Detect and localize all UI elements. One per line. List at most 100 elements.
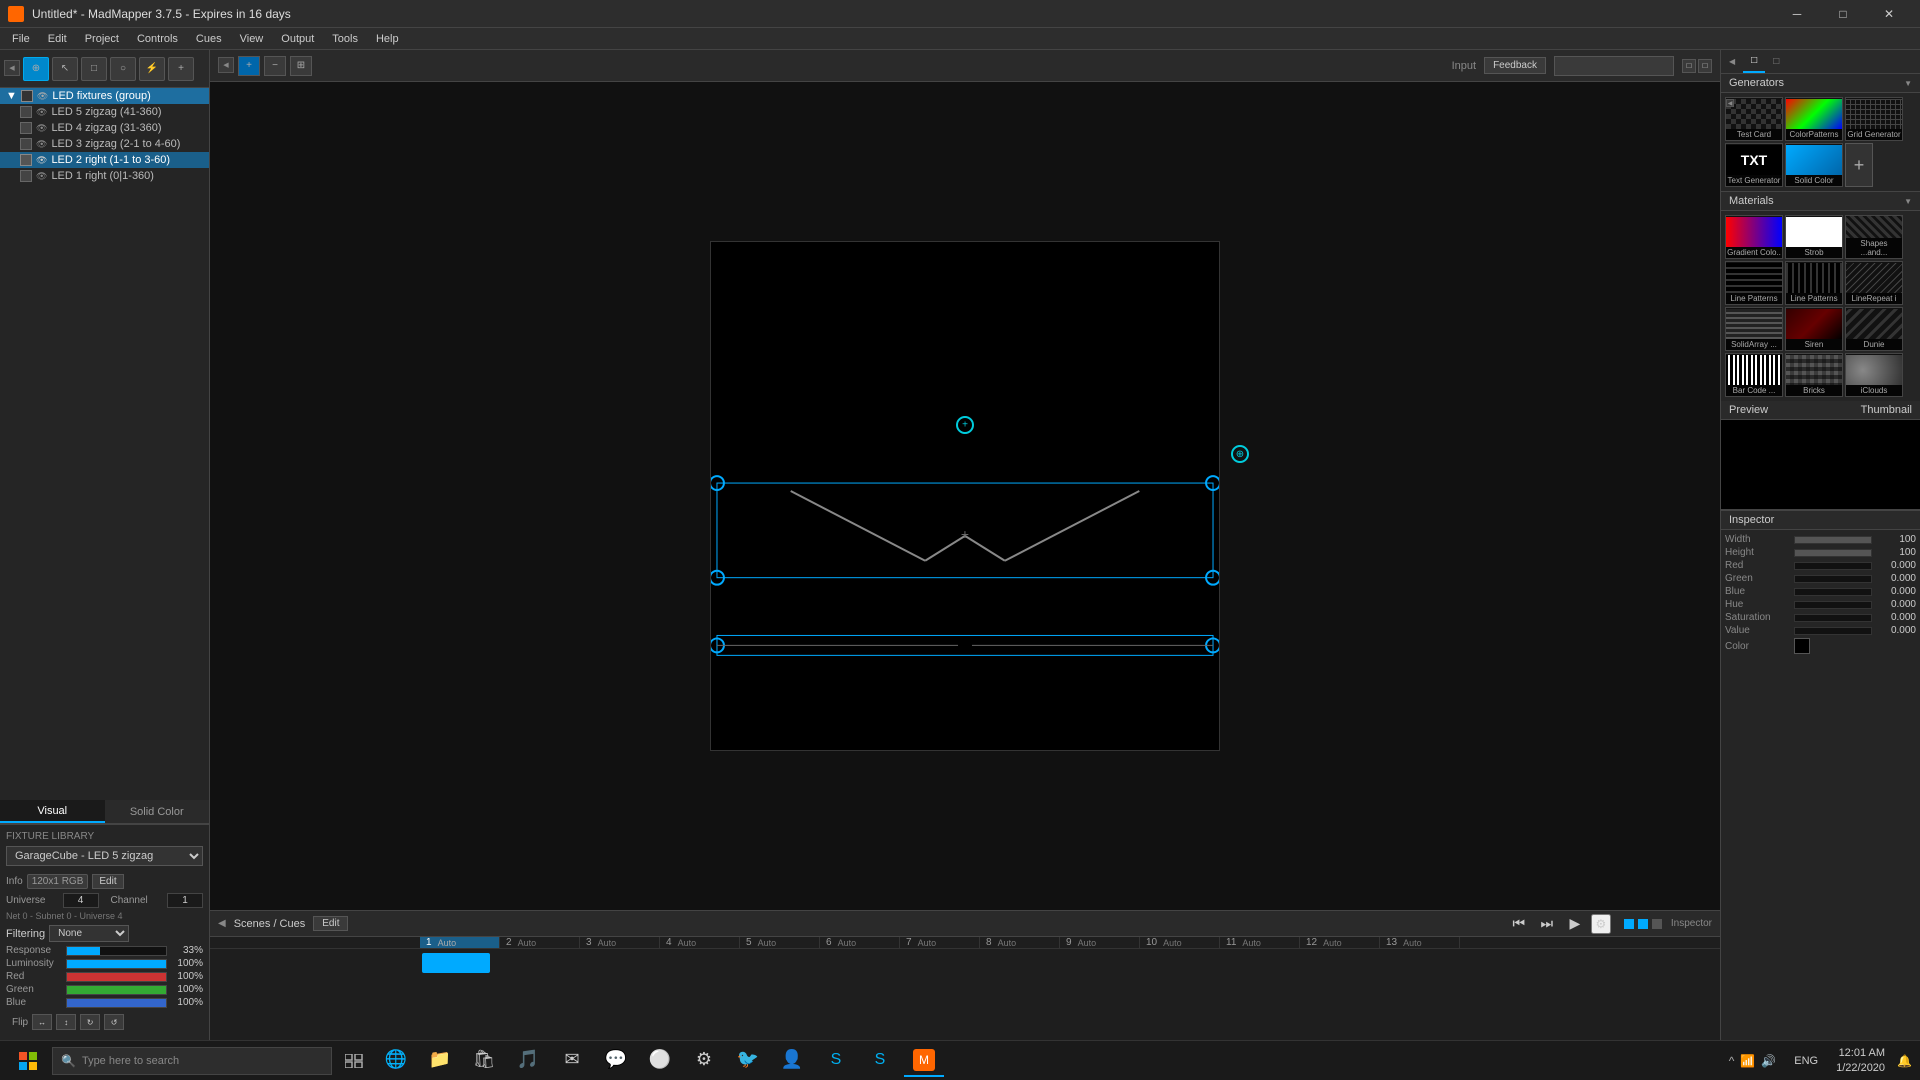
tool-add[interactable]: +: [168, 57, 194, 81]
response-slider[interactable]: [66, 946, 167, 956]
fast-forward-button[interactable]: ⏭: [1535, 914, 1559, 934]
preview-fit-btn[interactable]: ⊞: [290, 56, 312, 76]
expand-tray-icon[interactable]: ^: [1729, 1054, 1735, 1068]
scenes-collapse[interactable]: ◀: [218, 918, 226, 929]
flip-h-button[interactable]: ↔: [32, 1014, 52, 1030]
scene-cell-13[interactable]: 13Auto: [1380, 937, 1460, 948]
close-button[interactable]: ✕: [1866, 0, 1912, 28]
tree-item-eye[interactable]: 👁: [36, 107, 47, 118]
tree-item-eye[interactable]: 👁: [36, 123, 47, 134]
tree-group-eye[interactable]: 👁: [37, 91, 48, 102]
taskbar-bird[interactable]: 🐦: [728, 1045, 768, 1077]
taskbar-avatar[interactable]: 👤: [772, 1045, 812, 1077]
right-tab-1[interactable]: ◀: [1721, 50, 1743, 73]
volume-icon[interactable]: 🔊: [1761, 1054, 1776, 1068]
tree-item-checkbox[interactable]: [20, 106, 32, 118]
start-button[interactable]: [8, 1045, 48, 1077]
maximize-button[interactable]: □: [1820, 0, 1866, 28]
channel-input[interactable]: [167, 893, 203, 908]
hue-slider[interactable]: [1794, 601, 1872, 609]
taskbar-whatsapp[interactable]: 💬: [596, 1045, 636, 1077]
taskbar-edge[interactable]: 🌐: [376, 1045, 416, 1077]
color-swatch[interactable]: [1794, 638, 1810, 654]
thumb-textgenerator[interactable]: TXT Text Generator: [1725, 143, 1783, 187]
tree-item-checkbox[interactable]: [20, 170, 32, 182]
tree-group-checkbox[interactable]: [21, 90, 33, 102]
thumb-barcode[interactable]: Bar Code ...: [1725, 353, 1783, 397]
scene-cell-5[interactable]: 5Auto: [740, 937, 820, 948]
thumb-gridgenerator[interactable]: Grid Generator: [1845, 97, 1903, 141]
thumb-line-patterns[interactable]: Line Patterns: [1725, 261, 1783, 305]
thumb-solidcolor[interactable]: Solid Color: [1785, 143, 1843, 187]
taskbar-music[interactable]: 🎵: [508, 1045, 548, 1077]
scene-cell-6[interactable]: 6Auto: [820, 937, 900, 948]
scene-cell-1[interactable]: 1Auto: [420, 937, 500, 948]
input-select[interactable]: [1554, 56, 1674, 76]
menu-edit[interactable]: Edit: [40, 31, 75, 47]
right-tab-2[interactable]: □: [1743, 50, 1765, 73]
clock[interactable]: 12:01 AM 1/22/2020: [1828, 1046, 1893, 1075]
thumb-gradient-color[interactable]: Gradient Colo..: [1725, 215, 1783, 259]
right-handle[interactable]: ⊕: [1231, 445, 1249, 463]
taskbar-explorer[interactable]: 📁: [420, 1045, 460, 1077]
feedback-button[interactable]: Feedback: [1484, 57, 1546, 74]
network-icon[interactable]: 📶: [1740, 1054, 1755, 1068]
collapse-left[interactable]: ◀: [218, 57, 234, 73]
value-slider[interactable]: [1794, 627, 1872, 635]
width-slider[interactable]: [1794, 536, 1872, 544]
language-button[interactable]: ENG: [1788, 1055, 1824, 1067]
thumb-bricks[interactable]: Bricks: [1785, 353, 1843, 397]
thumb-strob[interactable]: Strob: [1785, 215, 1843, 259]
tab-solid-color[interactable]: Solid Color: [105, 800, 210, 823]
fixture-edit-button[interactable]: Edit: [92, 874, 123, 889]
view-btn-1[interactable]: □: [1682, 59, 1696, 73]
playback-settings-button[interactable]: ⚙: [1591, 914, 1611, 934]
flip-r-button[interactable]: ↻: [80, 1014, 100, 1030]
universe-input[interactable]: [63, 893, 99, 908]
tree-item-led5[interactable]: 👁 LED 5 zigzag (41-360): [0, 104, 209, 120]
blue-slider[interactable]: [66, 998, 167, 1008]
tree-item-checkbox[interactable]: [20, 154, 32, 166]
tree-item-led3[interactable]: 👁 LED 3 zigzag (2-1 to 4-60): [0, 136, 209, 152]
scene-cell-8[interactable]: 8Auto: [980, 937, 1060, 948]
right-tab-3[interactable]: □: [1765, 50, 1787, 73]
task-view-button[interactable]: [336, 1045, 372, 1077]
flip-l-button[interactable]: ↺: [104, 1014, 124, 1030]
menu-cues[interactable]: Cues: [188, 31, 230, 47]
taskbar-settings[interactable]: ⚙: [684, 1045, 724, 1077]
red-slider[interactable]: [66, 972, 167, 982]
fixture-dropdown[interactable]: GarageCube - LED 5 zigzag: [6, 846, 203, 866]
rewind-button[interactable]: ⏮: [1507, 914, 1531, 934]
taskbar-store[interactable]: 🛍: [464, 1045, 504, 1077]
preview-add-btn[interactable]: +: [238, 56, 260, 76]
tree-item-eye[interactable]: 👁: [36, 171, 47, 182]
menu-tools[interactable]: Tools: [324, 31, 366, 47]
taskbar-skype2[interactable]: S: [860, 1045, 900, 1077]
main-canvas[interactable]: + ⊕: [710, 241, 1220, 751]
thumb-shapes[interactable]: Shapes ...and...: [1845, 215, 1903, 259]
tool-move[interactable]: ↖: [52, 57, 78, 81]
blue-insp-slider[interactable]: [1794, 588, 1872, 596]
thumb-line-patterns2[interactable]: Line Patterns: [1785, 261, 1843, 305]
canvas-area[interactable]: + ⊕: [210, 82, 1720, 910]
scene-cell-3[interactable]: 3Auto: [580, 937, 660, 948]
scene-bar-active[interactable]: [422, 953, 490, 973]
thumb-clouds[interactable]: iClouds: [1845, 353, 1903, 397]
thumb-dunes[interactable]: Dunie: [1845, 307, 1903, 351]
tree-item-led2[interactable]: 👁 LED 2 right (1-1 to 3-60): [0, 152, 209, 168]
scene-cell-12[interactable]: 12Auto: [1300, 937, 1380, 948]
panel-tab-1[interactable]: ◀: [4, 60, 20, 76]
scene-cell-7[interactable]: 7Auto: [900, 937, 980, 948]
thumb-solidarray[interactable]: SolidArray ...: [1725, 307, 1783, 351]
menu-help[interactable]: Help: [368, 31, 407, 47]
menu-view[interactable]: View: [232, 31, 272, 47]
thumb-linerepeat[interactable]: LineRepeat i: [1845, 261, 1903, 305]
sq-2[interactable]: [1638, 919, 1648, 929]
green-slider[interactable]: [66, 985, 167, 995]
notification-icon[interactable]: 🔔: [1897, 1054, 1912, 1068]
play-button[interactable]: ▶: [1563, 914, 1587, 934]
view-btn-2[interactable]: □: [1698, 59, 1712, 73]
scene-cell-9[interactable]: 9Auto: [1060, 937, 1140, 948]
tool-led[interactable]: ⚡: [139, 57, 165, 81]
minimize-button[interactable]: ─: [1774, 0, 1820, 28]
